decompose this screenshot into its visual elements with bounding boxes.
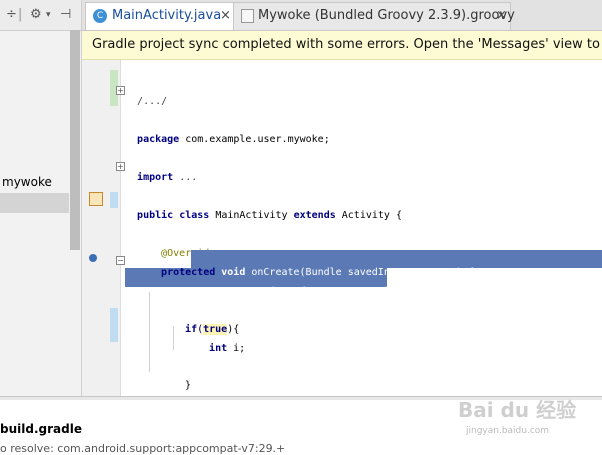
- banner-text: Gradle project sync completed with some …: [92, 37, 602, 52]
- code-line[interactable]: /.../: [125, 84, 167, 108]
- fold-icon[interactable]: +: [116, 162, 125, 171]
- folded-imports[interactable]: ...: [173, 172, 197, 183]
- tab-label: Mywoke (Bundled Groovy 2.3.9).groovy: [258, 8, 515, 23]
- messages-title: build.gradle: [0, 422, 82, 436]
- code-text: com.example.user.mywoke;: [179, 134, 330, 145]
- close-icon[interactable]: ×: [496, 3, 507, 29]
- tab-label: MainActivity.java: [112, 8, 222, 23]
- hide-panel-icon[interactable]: ⊣: [60, 6, 71, 24]
- fold-icon[interactable]: +: [116, 86, 125, 95]
- separator-icon: |: [18, 7, 23, 22]
- code-text: .onCreate(savedInstanceState);: [215, 286, 396, 297]
- editor-tab-bar: C MainActivity.java × Mywoke (Bundled Gr…: [82, 0, 602, 31]
- keyword: extends: [287, 210, 336, 221]
- indent-guide: [149, 292, 150, 372]
- groovy-file-icon: [241, 9, 254, 23]
- code-text: Activity {: [335, 210, 402, 221]
- notification-banner: Gradle project sync completed with some …: [82, 31, 602, 60]
- code-text: }: [185, 380, 192, 391]
- keyword: public: [137, 210, 174, 221]
- keyword: class: [173, 210, 210, 221]
- tree-selected-row[interactable]: [0, 193, 69, 213]
- keyword: package: [137, 134, 180, 145]
- dropdown-icon[interactable]: ▾: [46, 6, 51, 24]
- code-line[interactable]: }: [173, 368, 191, 392]
- bookmark-icon[interactable]: [89, 192, 103, 206]
- keyword: super: [185, 286, 216, 297]
- code-line[interactable]: super.onCreate(savedInstanceState);: [173, 274, 396, 298]
- code-text: i;: [227, 343, 246, 354]
- indent-guide: [173, 326, 174, 350]
- override-icon[interactable]: [89, 254, 97, 262]
- tree-item-mywoke[interactable]: mywoke: [2, 175, 52, 189]
- fold-icon[interactable]: −: [116, 256, 125, 265]
- java-class-icon: C: [93, 9, 107, 23]
- class-name: MainActivity: [209, 210, 288, 221]
- code-line[interactable]: package com.example.user.mywoke;: [125, 122, 330, 146]
- collapse-icon[interactable]: ÷: [6, 6, 17, 24]
- keyword: int: [209, 343, 228, 354]
- tab-mainactivity[interactable]: C MainActivity.java ×: [85, 2, 235, 30]
- project-scrollbar[interactable]: [70, 30, 80, 250]
- keyword: import: [137, 172, 174, 183]
- close-icon[interactable]: ×: [220, 3, 231, 29]
- change-marker: [110, 192, 118, 208]
- gear-icon[interactable]: ⚙: [30, 6, 42, 24]
- project-toolbar: ÷ | ⚙ ▾ ⊣: [0, 0, 81, 31]
- tab-groovy[interactable]: Mywoke (Bundled Groovy 2.3.9).groovy ×: [233, 2, 515, 30]
- code-line[interactable]: int i;: [197, 331, 245, 355]
- folded-header[interactable]: /.../: [137, 96, 167, 107]
- code-line[interactable]: import ...: [125, 160, 197, 184]
- watermark-url: jingyan.baidu.com: [466, 426, 550, 436]
- change-marker: [110, 308, 118, 342]
- code-line[interactable]: public class MainActivity extends Activi…: [125, 198, 402, 222]
- keyword: if: [185, 324, 198, 335]
- editor-gutter: [82, 60, 121, 396]
